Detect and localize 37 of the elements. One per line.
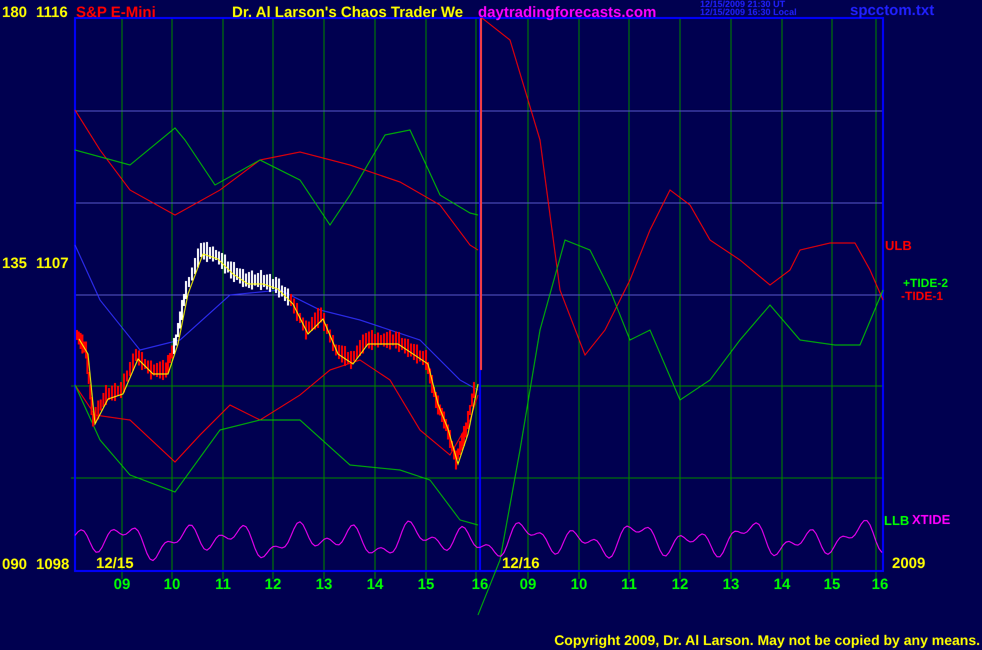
hour-label: 16: [472, 576, 488, 593]
line-label: XTIDE: [912, 512, 950, 527]
hour-label: 15: [824, 576, 840, 593]
hour-label: 16: [872, 576, 888, 593]
symbol-label: S&P E-Mini: [76, 4, 156, 21]
date-label: 12/15: [96, 555, 134, 572]
hour-label: 10: [164, 576, 180, 593]
price-label: 1116: [36, 4, 68, 21]
hour-label: 09: [520, 576, 536, 593]
price-label: 1107: [36, 255, 69, 272]
hour-label: 12: [672, 576, 688, 593]
cycle-label: 090: [2, 556, 28, 573]
line-label: -TIDE-1: [901, 289, 943, 303]
time-label: 12/15/2009 16:30 Local: [700, 7, 797, 17]
time-label: 12/15/2009 21:30 UT: [700, 0, 786, 9]
hour-label: 15: [418, 576, 434, 593]
cycle-label: 135: [2, 255, 28, 272]
copyright-text: Copyright 2009, Dr. Al Larson. May not be copied by any means.: [554, 632, 980, 648]
line-label: +TIDE-2: [903, 276, 948, 290]
hour-label: 13: [316, 576, 332, 593]
hour-label: 14: [774, 576, 790, 593]
chart-title: Dr. Al Larson's Chaos Trader We: [232, 4, 464, 21]
date-label: 2009: [892, 555, 926, 572]
hour-label: 10: [570, 576, 588, 593]
hour-label: 13: [722, 576, 740, 593]
line-label: ULB: [885, 238, 912, 253]
date-label: 12/16: [502, 555, 540, 572]
hour-label: 12: [264, 576, 282, 593]
line-label: LLB: [884, 513, 910, 528]
hour-label: 09: [114, 576, 130, 593]
hour-label: 11: [215, 576, 231, 593]
file-label: spcctom.txt: [850, 2, 934, 19]
site-label: daytradingforecasts.com: [478, 4, 656, 21]
hour-label: 14: [366, 576, 384, 593]
hour-label: 11: [621, 576, 637, 593]
price-label: 1098: [36, 556, 70, 573]
cycle-label: 180: [2, 4, 28, 21]
